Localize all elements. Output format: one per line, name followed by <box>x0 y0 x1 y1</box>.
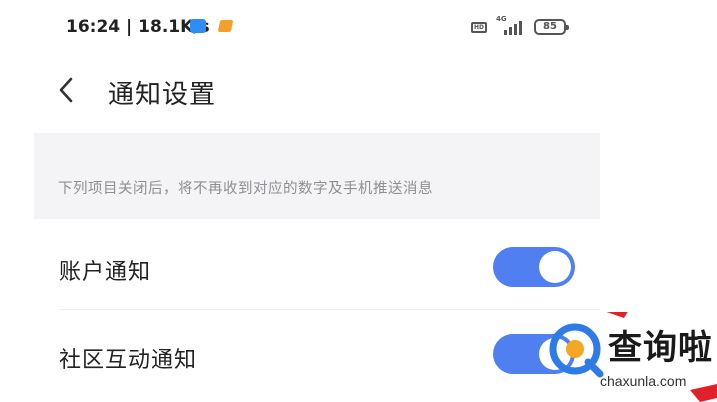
setting-label: 账户通知 <box>59 260 152 285</box>
setting-row-account-notification: 账户通知 <box>34 226 600 310</box>
page-title: 通知设置 <box>108 80 217 110</box>
status-time-speed: 16:24 | 18.1K/s <box>66 17 210 37</box>
battery-icon: 85 <box>534 19 569 35</box>
navigation-bar: 通知设置 <box>0 58 640 128</box>
app-notification-icon <box>190 19 206 33</box>
watermark: 查询啦 chaxunla.com <box>540 312 717 402</box>
app-notification-icon-2 <box>217 20 234 32</box>
brand-url: chaxunla.com <box>600 373 687 389</box>
brand-name: 查询啦 <box>608 328 713 368</box>
network-type-label: 4G <box>496 15 507 23</box>
info-notice: 下列项目关闭后，将不再收到对应的数字及手机推送消息 <box>34 133 600 219</box>
back-arrow-icon[interactable] <box>52 75 82 105</box>
info-notice-text: 下列项目关闭后，将不再收到对应的数字及手机推送消息 <box>58 181 433 197</box>
status-bar: 16:24 | 18.1K/s HD 4G 85 <box>0 0 717 58</box>
signal-icon: 4G <box>496 15 526 37</box>
account-notification-toggle[interactable] <box>493 247 575 287</box>
setting-row-community-notification: 社区互动通知 <box>34 310 600 394</box>
setting-label: 社区互动通知 <box>59 348 198 373</box>
brand-logo-icon <box>549 323 604 378</box>
toggle-knob <box>539 251 571 283</box>
hd-voice-icon: HD <box>471 22 487 33</box>
